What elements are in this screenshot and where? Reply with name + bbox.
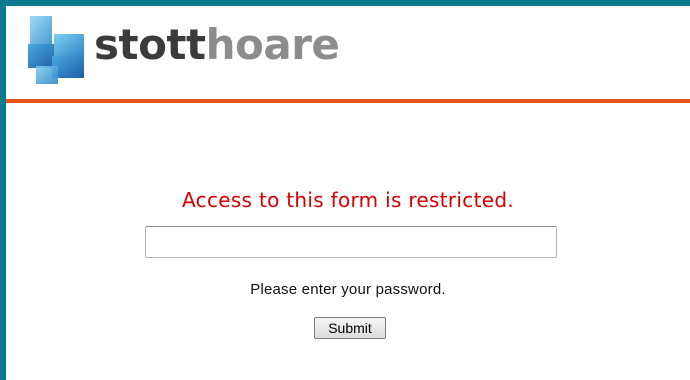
brand-logo-text: stotthoare [94, 20, 340, 70]
password-prompt: Please enter your password. [250, 281, 446, 298]
brand-logo-dark: stott [94, 20, 206, 69]
submit-button[interactable]: Submit [314, 317, 386, 339]
brand-logo-light: hoare [205, 20, 340, 69]
page-frame: stotthoare Access to this form is restri… [6, 6, 690, 380]
restricted-message: Access to this form is restricted. [182, 188, 514, 212]
password-input[interactable] [145, 226, 557, 258]
site-header: stotthoare [6, 6, 690, 99]
password-gate: Access to this form is restricted. Pleas… [6, 103, 690, 380]
stacked-squares-logo-icon [28, 16, 84, 84]
